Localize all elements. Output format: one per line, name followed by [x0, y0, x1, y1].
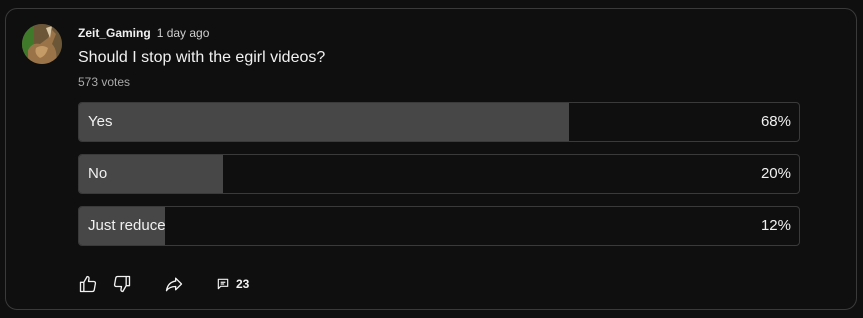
like-button[interactable]	[76, 272, 100, 296]
comment-icon	[217, 278, 229, 290]
poll-option-percent: 68%	[760, 113, 791, 130]
comments-button[interactable]: 23	[216, 272, 249, 296]
share-button[interactable]	[162, 272, 186, 296]
avatar-image	[22, 24, 62, 64]
poll-option-label: Just reduce	[88, 217, 166, 234]
poll-option-no[interactable]: No 20%	[78, 154, 800, 194]
community-post-card: Zeit_Gaming 1 day ago Should I stop with …	[5, 8, 857, 310]
thumbs-down-icon	[113, 275, 131, 293]
poll-option-percent: 12%	[760, 217, 791, 234]
vote-count: 573 votes	[78, 75, 131, 89]
poll-option-label: No	[88, 165, 108, 182]
poll-question: Should I stop with the egirl videos?	[78, 49, 326, 66]
channel-avatar[interactable]	[22, 24, 62, 64]
share-arrow-icon	[165, 277, 183, 292]
poll-bar-fill	[79, 103, 569, 141]
poll-option-yes[interactable]: Yes 68%	[78, 102, 800, 142]
poll-option-just-reduce[interactable]: Just reduce 12%	[78, 206, 800, 246]
comment-count: 23	[236, 277, 250, 291]
post-time[interactable]: 1 day ago	[157, 26, 210, 40]
poll-option-label: Yes	[88, 113, 113, 130]
thumbs-up-icon	[79, 275, 97, 293]
post-header: Zeit_Gaming 1 day ago	[78, 26, 209, 40]
author-name[interactable]: Zeit_Gaming	[78, 26, 151, 40]
poll-option-percent: 20%	[760, 165, 791, 182]
dislike-button[interactable]	[110, 272, 134, 296]
